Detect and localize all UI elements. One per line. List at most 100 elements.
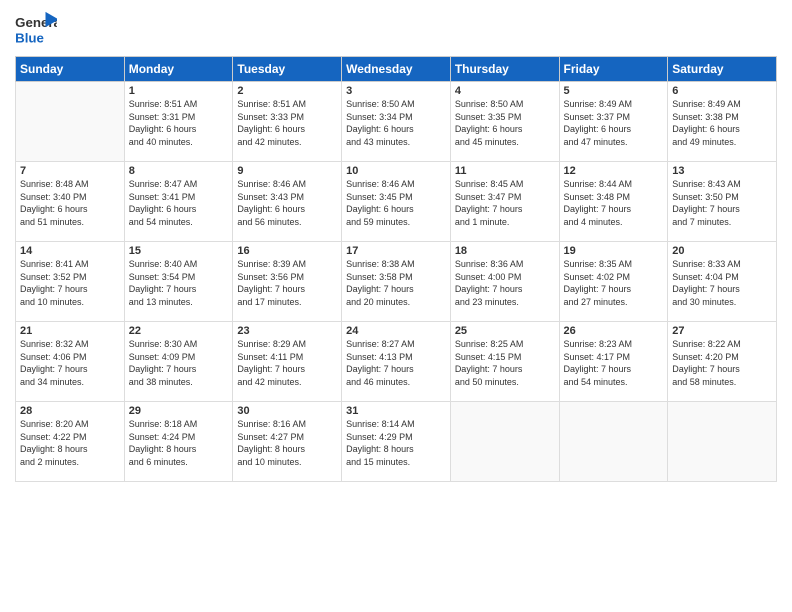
day-cell — [668, 402, 777, 482]
day-number: 4 — [455, 85, 555, 97]
weekday-saturday: Saturday — [668, 57, 777, 82]
day-info: Sunrise: 8:27 AMSunset: 4:13 PMDaylight:… — [346, 338, 446, 388]
day-number: 22 — [129, 325, 229, 337]
day-info: Sunrise: 8:40 AMSunset: 3:54 PMDaylight:… — [129, 258, 229, 308]
day-number: 26 — [564, 325, 664, 337]
day-cell: 27Sunrise: 8:22 AMSunset: 4:20 PMDayligh… — [668, 322, 777, 402]
day-number: 7 — [20, 165, 120, 177]
day-cell: 6Sunrise: 8:49 AMSunset: 3:38 PMDaylight… — [668, 82, 777, 162]
day-number: 17 — [346, 245, 446, 257]
day-cell: 13Sunrise: 8:43 AMSunset: 3:50 PMDayligh… — [668, 162, 777, 242]
day-number: 23 — [237, 325, 337, 337]
day-cell: 28Sunrise: 8:20 AMSunset: 4:22 PMDayligh… — [16, 402, 125, 482]
day-number: 31 — [346, 405, 446, 417]
day-info: Sunrise: 8:43 AMSunset: 3:50 PMDaylight:… — [672, 178, 772, 228]
day-cell: 29Sunrise: 8:18 AMSunset: 4:24 PMDayligh… — [124, 402, 233, 482]
day-info: Sunrise: 8:29 AMSunset: 4:11 PMDaylight:… — [237, 338, 337, 388]
day-cell: 21Sunrise: 8:32 AMSunset: 4:06 PMDayligh… — [16, 322, 125, 402]
day-cell: 30Sunrise: 8:16 AMSunset: 4:27 PMDayligh… — [233, 402, 342, 482]
weekday-sunday: Sunday — [16, 57, 125, 82]
day-info: Sunrise: 8:16 AMSunset: 4:27 PMDaylight:… — [237, 418, 337, 468]
day-info: Sunrise: 8:51 AMSunset: 3:33 PMDaylight:… — [237, 98, 337, 148]
logo: General Blue — [15, 10, 57, 48]
day-cell: 18Sunrise: 8:36 AMSunset: 4:00 PMDayligh… — [450, 242, 559, 322]
day-number: 3 — [346, 85, 446, 97]
day-cell: 3Sunrise: 8:50 AMSunset: 3:34 PMDaylight… — [342, 82, 451, 162]
day-info: Sunrise: 8:25 AMSunset: 4:15 PMDaylight:… — [455, 338, 555, 388]
day-cell: 16Sunrise: 8:39 AMSunset: 3:56 PMDayligh… — [233, 242, 342, 322]
day-number: 12 — [564, 165, 664, 177]
svg-text:Blue: Blue — [15, 30, 44, 45]
day-info: Sunrise: 8:50 AMSunset: 3:34 PMDaylight:… — [346, 98, 446, 148]
day-info: Sunrise: 8:45 AMSunset: 3:47 PMDaylight:… — [455, 178, 555, 228]
day-info: Sunrise: 8:50 AMSunset: 3:35 PMDaylight:… — [455, 98, 555, 148]
weekday-thursday: Thursday — [450, 57, 559, 82]
day-cell: 25Sunrise: 8:25 AMSunset: 4:15 PMDayligh… — [450, 322, 559, 402]
day-cell: 9Sunrise: 8:46 AMSunset: 3:43 PMDaylight… — [233, 162, 342, 242]
day-number: 13 — [672, 165, 772, 177]
day-info: Sunrise: 8:23 AMSunset: 4:17 PMDaylight:… — [564, 338, 664, 388]
day-cell: 2Sunrise: 8:51 AMSunset: 3:33 PMDaylight… — [233, 82, 342, 162]
week-row-2: 7Sunrise: 8:48 AMSunset: 3:40 PMDaylight… — [16, 162, 777, 242]
weekday-friday: Friday — [559, 57, 668, 82]
day-info: Sunrise: 8:44 AMSunset: 3:48 PMDaylight:… — [564, 178, 664, 228]
day-number: 24 — [346, 325, 446, 337]
day-number: 30 — [237, 405, 337, 417]
day-number: 10 — [346, 165, 446, 177]
day-cell: 20Sunrise: 8:33 AMSunset: 4:04 PMDayligh… — [668, 242, 777, 322]
day-cell: 4Sunrise: 8:50 AMSunset: 3:35 PMDaylight… — [450, 82, 559, 162]
day-number: 15 — [129, 245, 229, 257]
weekday-tuesday: Tuesday — [233, 57, 342, 82]
day-cell: 11Sunrise: 8:45 AMSunset: 3:47 PMDayligh… — [450, 162, 559, 242]
day-number: 27 — [672, 325, 772, 337]
day-cell: 26Sunrise: 8:23 AMSunset: 4:17 PMDayligh… — [559, 322, 668, 402]
day-cell: 17Sunrise: 8:38 AMSunset: 3:58 PMDayligh… — [342, 242, 451, 322]
day-number: 5 — [564, 85, 664, 97]
day-number: 19 — [564, 245, 664, 257]
header: General Blue — [15, 10, 777, 48]
day-number: 2 — [237, 85, 337, 97]
day-info: Sunrise: 8:47 AMSunset: 3:41 PMDaylight:… — [129, 178, 229, 228]
day-info: Sunrise: 8:46 AMSunset: 3:45 PMDaylight:… — [346, 178, 446, 228]
day-cell: 14Sunrise: 8:41 AMSunset: 3:52 PMDayligh… — [16, 242, 125, 322]
day-info: Sunrise: 8:14 AMSunset: 4:29 PMDaylight:… — [346, 418, 446, 468]
day-info: Sunrise: 8:36 AMSunset: 4:00 PMDaylight:… — [455, 258, 555, 308]
day-cell: 7Sunrise: 8:48 AMSunset: 3:40 PMDaylight… — [16, 162, 125, 242]
day-cell: 22Sunrise: 8:30 AMSunset: 4:09 PMDayligh… — [124, 322, 233, 402]
day-info: Sunrise: 8:32 AMSunset: 4:06 PMDaylight:… — [20, 338, 120, 388]
day-cell: 10Sunrise: 8:46 AMSunset: 3:45 PMDayligh… — [342, 162, 451, 242]
day-cell: 15Sunrise: 8:40 AMSunset: 3:54 PMDayligh… — [124, 242, 233, 322]
day-cell — [16, 82, 125, 162]
calendar-body: 1Sunrise: 8:51 AMSunset: 3:31 PMDaylight… — [16, 82, 777, 482]
day-number: 29 — [129, 405, 229, 417]
day-cell: 31Sunrise: 8:14 AMSunset: 4:29 PMDayligh… — [342, 402, 451, 482]
day-info: Sunrise: 8:48 AMSunset: 3:40 PMDaylight:… — [20, 178, 120, 228]
calendar-page: General Blue SundayMondayTuesdayWednesda… — [0, 0, 792, 612]
week-row-5: 28Sunrise: 8:20 AMSunset: 4:22 PMDayligh… — [16, 402, 777, 482]
day-info: Sunrise: 8:38 AMSunset: 3:58 PMDaylight:… — [346, 258, 446, 308]
day-info: Sunrise: 8:33 AMSunset: 4:04 PMDaylight:… — [672, 258, 772, 308]
logo-icon: General Blue — [15, 10, 57, 48]
day-cell: 23Sunrise: 8:29 AMSunset: 4:11 PMDayligh… — [233, 322, 342, 402]
day-info: Sunrise: 8:41 AMSunset: 3:52 PMDaylight:… — [20, 258, 120, 308]
day-info: Sunrise: 8:49 AMSunset: 3:38 PMDaylight:… — [672, 98, 772, 148]
day-cell: 5Sunrise: 8:49 AMSunset: 3:37 PMDaylight… — [559, 82, 668, 162]
day-cell: 19Sunrise: 8:35 AMSunset: 4:02 PMDayligh… — [559, 242, 668, 322]
calendar-table: SundayMondayTuesdayWednesdayThursdayFrid… — [15, 56, 777, 482]
day-number: 28 — [20, 405, 120, 417]
day-number: 25 — [455, 325, 555, 337]
day-cell: 8Sunrise: 8:47 AMSunset: 3:41 PMDaylight… — [124, 162, 233, 242]
day-cell: 1Sunrise: 8:51 AMSunset: 3:31 PMDaylight… — [124, 82, 233, 162]
day-number: 11 — [455, 165, 555, 177]
day-info: Sunrise: 8:35 AMSunset: 4:02 PMDaylight:… — [564, 258, 664, 308]
weekday-header-row: SundayMondayTuesdayWednesdayThursdayFrid… — [16, 57, 777, 82]
week-row-3: 14Sunrise: 8:41 AMSunset: 3:52 PMDayligh… — [16, 242, 777, 322]
day-number: 14 — [20, 245, 120, 257]
day-number: 21 — [20, 325, 120, 337]
day-cell — [559, 402, 668, 482]
day-info: Sunrise: 8:30 AMSunset: 4:09 PMDaylight:… — [129, 338, 229, 388]
day-info: Sunrise: 8:39 AMSunset: 3:56 PMDaylight:… — [237, 258, 337, 308]
day-number: 9 — [237, 165, 337, 177]
day-info: Sunrise: 8:46 AMSunset: 3:43 PMDaylight:… — [237, 178, 337, 228]
day-number: 8 — [129, 165, 229, 177]
